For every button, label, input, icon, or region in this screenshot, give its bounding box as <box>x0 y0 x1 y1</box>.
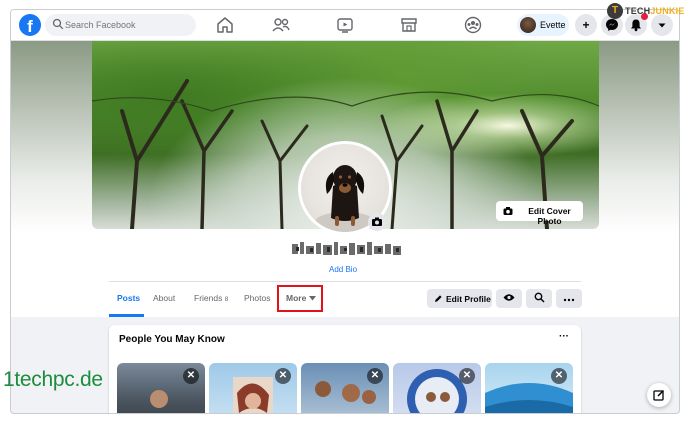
top-navigation-bar: f Evette + <box>11 10 679 41</box>
people-you-may-know-card: People You May Know ··· ✕ ✕ ✕ ✕ ✕ <box>109 325 581 413</box>
search-box[interactable] <box>45 14 196 36</box>
user-name: Evette <box>540 20 566 30</box>
search-icon <box>52 18 64 30</box>
facebook-logo[interactable]: f <box>19 14 41 36</box>
search-icon <box>534 292 545 303</box>
techjunkie-text-a: TECH <box>625 6 651 16</box>
friends-count: 8 <box>224 296 229 303</box>
compose-icon <box>653 389 665 401</box>
techjunkie-text-b: JUNKIE <box>650 6 685 16</box>
edit-profile-button[interactable]: Edit Profile <box>427 289 492 308</box>
profile-name-censored <box>292 242 401 255</box>
marketplace-icon[interactable] <box>399 15 419 35</box>
dismiss-suggestion-button[interactable]: ✕ <box>551 368 567 384</box>
pymk-menu-button[interactable]: ··· <box>559 331 569 342</box>
active-tab-indicator <box>109 314 144 317</box>
groups-icon[interactable] <box>463 15 483 35</box>
dismiss-suggestion-button[interactable]: ✕ <box>183 368 199 384</box>
edit-cover-photo-label: Edit Cover Photo <box>528 206 571 226</box>
ellipsis-icon <box>563 298 575 301</box>
techjunkie-text: TECHJUNKIE <box>625 6 685 16</box>
new-message-button[interactable] <box>647 383 671 407</box>
tab-friends[interactable]: Friends 8 <box>194 293 228 303</box>
tab-about[interactable]: About <box>153 293 175 303</box>
people-you-may-know-title: People You May Know <box>119 334 225 345</box>
watch-icon[interactable] <box>335 15 355 35</box>
search-profile-button[interactable] <box>526 289 552 308</box>
eye-icon <box>503 294 515 301</box>
tab-more[interactable]: More <box>286 293 316 303</box>
dismiss-suggestion-button[interactable]: ✕ <box>367 368 383 384</box>
avatar <box>520 17 536 33</box>
suggested-person-card[interactable]: ✕ <box>485 363 573 413</box>
camera-icon <box>503 207 513 215</box>
facebook-window: f Evette + <box>10 9 680 414</box>
tab-photos[interactable]: Photos <box>244 293 270 303</box>
view-as-button[interactable] <box>496 289 522 308</box>
user-profile-chip[interactable]: Evette <box>517 14 569 36</box>
techjunkie-badge: T <box>607 3 623 19</box>
home-icon[interactable] <box>215 15 235 35</box>
suggested-person-card[interactable]: ✕ <box>301 363 389 413</box>
divider <box>109 281 581 282</box>
search-input[interactable] <box>65 14 191 36</box>
edit-cover-photo-button[interactable]: Edit Cover Photo <box>496 201 583 226</box>
caret-down-icon <box>308 296 316 301</box>
edit-profile-label: Edit Profile <box>446 294 491 304</box>
tab-more-label: More <box>286 293 307 303</box>
site-watermark: 1techpc.de <box>3 368 103 391</box>
add-bio-link[interactable]: Add Bio <box>329 265 357 274</box>
friends-icon[interactable] <box>271 15 291 35</box>
tab-posts[interactable]: Posts <box>117 293 140 303</box>
plus-icon[interactable]: + <box>575 14 597 36</box>
camera-icon <box>372 217 382 226</box>
more-options-button[interactable] <box>556 289 582 308</box>
techjunkie-watermark: T TECHJUNKIE <box>607 3 685 19</box>
dismiss-suggestion-button[interactable]: ✕ <box>459 368 475 384</box>
suggested-person-card[interactable]: ✕ <box>117 363 205 413</box>
pencil-icon <box>435 295 442 302</box>
suggested-person-card[interactable]: ✕ <box>209 363 297 413</box>
dismiss-suggestion-button[interactable]: ✕ <box>275 368 291 384</box>
tab-friends-label: Friends <box>194 293 223 303</box>
update-profile-picture-button[interactable] <box>368 213 386 231</box>
suggested-person-card[interactable]: ✕ <box>393 363 481 413</box>
